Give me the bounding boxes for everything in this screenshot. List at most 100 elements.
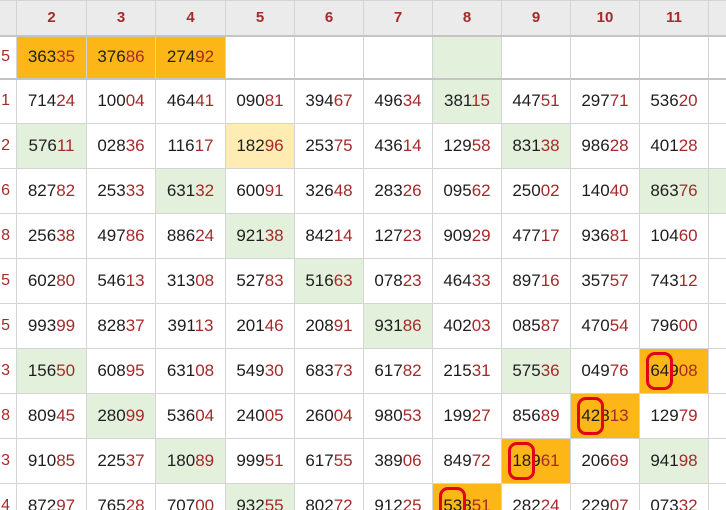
number-cell: 85689 [501, 393, 571, 439]
number-cell: 54613 [86, 258, 156, 304]
number-tail-digits: 16 [540, 271, 560, 290]
number-cell [708, 483, 726, 510]
number-head-digits: 897 [512, 271, 541, 290]
number-cell: 52783 [225, 258, 295, 304]
row-label: 3 [0, 348, 17, 394]
number-cell: 53604 [155, 393, 226, 439]
number-cell: 32648 [294, 168, 364, 214]
number-head-digits: 140 [581, 181, 610, 200]
number-cell: 57536 [501, 348, 571, 394]
table-row: 5 99399 82837 39113 20146 20891 93186 40203 0858… [0, 303, 726, 349]
number-tail-digits: 67 [333, 91, 353, 111]
number-cell: 47717 [501, 213, 571, 259]
number-tail-digits: 25 [402, 496, 422, 510]
number-head-digits: 182 [236, 136, 265, 155]
number-head-digits: 886 [166, 226, 196, 245]
number-tail-digits: 57 [609, 271, 629, 290]
number-head-digits: 274 [166, 47, 196, 66]
number-head-digits: 129 [650, 406, 679, 425]
number-tail-digits: 48 [333, 181, 353, 200]
number-tail-digits: 95 [125, 361, 145, 380]
number-tail-digits: 38 [540, 136, 560, 155]
number-head-digits: 827 [27, 181, 57, 200]
row-label: 5 [0, 258, 17, 304]
number-head-digits: 600 [236, 181, 265, 200]
number-tail-digits: 03 [471, 316, 491, 335]
number-cell: 24005 [225, 393, 295, 439]
number-tail-digits: 17 [194, 136, 214, 155]
number-tail-digits: 36 [540, 361, 560, 380]
number-head-digits: 856 [512, 406, 541, 425]
number-tail-digits: 82 [402, 361, 422, 380]
number-head-digits: 470 [581, 316, 610, 335]
number-head-digits: 326 [305, 181, 334, 200]
number-cell: 49634 [363, 78, 433, 124]
number-cell: 22907 [570, 483, 640, 510]
number-tail-digits: 86 [402, 316, 422, 335]
number-cell: 18296 [225, 123, 295, 169]
number-head-digits: 363 [27, 47, 57, 66]
number-head-digits: 391 [167, 316, 195, 335]
row-label: 5 [0, 35, 17, 80]
number-head-digits: 095 [443, 181, 472, 200]
row-label: 3 [0, 438, 17, 484]
number-cell: 90929 [432, 213, 502, 259]
number-head-digits: 389 [374, 451, 403, 470]
number-cell: 93255 [225, 483, 295, 510]
number-cell: 22537 [86, 438, 156, 484]
number-head-digits: 714 [27, 91, 57, 111]
number-head-digits: 617 [305, 451, 334, 470]
number-cell: 25375 [294, 123, 364, 169]
number-tail-digits: 08 [195, 271, 215, 290]
number-head-digits: 921 [236, 226, 265, 245]
column-header: 8 [432, 0, 502, 37]
number-cell: 12723 [363, 213, 433, 259]
number-head-digits: 536 [650, 91, 679, 111]
number-cell: 53620 [639, 78, 709, 124]
number-cell: 60280 [16, 258, 87, 304]
number-head-digits: 199 [443, 406, 472, 425]
number-cell: 76528 [86, 483, 156, 510]
column-header: 2 [16, 0, 87, 37]
number-head-digits: 428 [581, 406, 610, 425]
number-cell: 83138 [501, 123, 571, 169]
number-cell: 38115 [432, 78, 502, 124]
number-tail-digits: 37 [125, 451, 145, 470]
number-head-digits: 402 [443, 316, 472, 335]
number-head-digits: 376 [97, 47, 126, 66]
number-head-digits: 802 [305, 496, 334, 510]
number-cell: 93681 [570, 213, 640, 259]
number-head-digits: 250 [512, 181, 541, 200]
number-cell: 28224 [501, 483, 571, 510]
number-tail-digits: 14 [333, 226, 353, 245]
number-head-digits: 516 [305, 271, 334, 290]
number-cell: 71424 [16, 78, 87, 124]
number-cell: 57611 [16, 123, 87, 169]
number-head-digits: 116 [167, 136, 195, 155]
number-cell: 61755 [294, 438, 364, 484]
number-cell: 54930 [225, 348, 295, 394]
number-cell: 12958 [432, 123, 502, 169]
number-head-digits: 986 [581, 136, 610, 155]
number-head-digits: 260 [305, 406, 334, 425]
number-cell: 25002 [501, 168, 571, 214]
number-head-digits: 765 [97, 496, 126, 510]
number-cell: 35757 [570, 258, 640, 304]
number-tail-digits: 71 [609, 91, 629, 111]
number-cell: 21531 [432, 348, 502, 394]
number-head-digits: 912 [374, 496, 403, 510]
number-cell: 68373 [294, 348, 364, 394]
number-tail-digits: 92 [195, 47, 215, 66]
number-cell [363, 35, 433, 80]
table-row: 5 36335 37686 27492 [0, 35, 726, 80]
number-cell: 80945 [16, 393, 87, 439]
number-cell [708, 258, 726, 304]
number-cell: 98628 [570, 123, 640, 169]
column-header: 6 [294, 0, 364, 37]
number-head-digits: 215 [443, 361, 472, 380]
number-head-digits: 941 [650, 451, 679, 470]
number-cell: 28099 [86, 393, 156, 439]
number-head-digits: 280 [97, 406, 126, 425]
row-label: 6 [0, 168, 17, 214]
number-tail-digits: 15 [471, 91, 491, 111]
